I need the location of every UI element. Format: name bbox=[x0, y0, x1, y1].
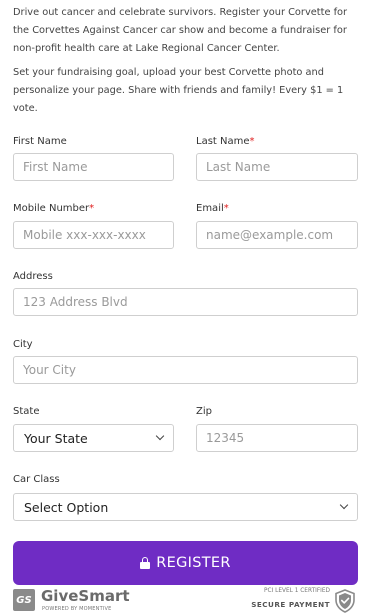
pci-certified-text: PCI LEVEL 1 CERTIFIED bbox=[264, 588, 330, 594]
state-selected-value: Your State bbox=[24, 430, 88, 446]
zip-label: Zip bbox=[196, 406, 212, 417]
secure-payment-text: SECURE PAYMENT bbox=[251, 600, 330, 609]
givesmart-powered-by: POWERED BY MOMENTIVE bbox=[42, 606, 112, 612]
shield-check-icon bbox=[335, 589, 355, 613]
address-label: Address bbox=[13, 271, 53, 282]
intro-paragraph-2: Set your fundraising goal, upload your b… bbox=[13, 67, 344, 114]
intro-text: Drive out cancer and celebrate survivors… bbox=[13, 4, 358, 124]
lock-icon bbox=[140, 557, 151, 569]
email-field[interactable] bbox=[196, 221, 358, 249]
first-name-field[interactable] bbox=[13, 153, 174, 181]
mobile-number-field[interactable] bbox=[13, 221, 174, 249]
state-label: State bbox=[13, 406, 40, 417]
mobile-number-label: Mobile Number* bbox=[13, 203, 95, 214]
city-label: City bbox=[13, 339, 33, 350]
givesmart-brand: GiveSmart bbox=[41, 587, 130, 605]
required-mark: * bbox=[89, 203, 95, 214]
required-mark: * bbox=[249, 136, 255, 147]
car-class-selected-value: Select Option bbox=[24, 499, 109, 515]
email-label: Email* bbox=[196, 203, 229, 214]
first-name-label: First Name bbox=[13, 136, 67, 147]
chevron-down-icon bbox=[339, 500, 349, 510]
register-label: REGISTER bbox=[156, 555, 231, 571]
footer: GS GiveSmart POWERED BY MOMENTIVE PCI LE… bbox=[13, 587, 358, 616]
register-button[interactable]: REGISTER bbox=[13, 541, 358, 585]
car-class-label: Car Class bbox=[13, 474, 60, 485]
address-field[interactable] bbox=[13, 288, 358, 316]
zip-field[interactable] bbox=[196, 424, 358, 452]
last-name-field[interactable] bbox=[196, 153, 358, 181]
chevron-down-icon bbox=[155, 431, 165, 441]
city-field[interactable] bbox=[13, 356, 358, 384]
required-mark: * bbox=[223, 203, 229, 214]
intro-paragraph-1: Drive out cancer and celebrate survivors… bbox=[13, 7, 348, 54]
last-name-label: Last Name* bbox=[196, 136, 255, 147]
car-class-select[interactable]: Select Option bbox=[13, 493, 358, 521]
givesmart-logo: GS bbox=[13, 589, 35, 611]
state-select[interactable]: Your State bbox=[13, 424, 174, 452]
